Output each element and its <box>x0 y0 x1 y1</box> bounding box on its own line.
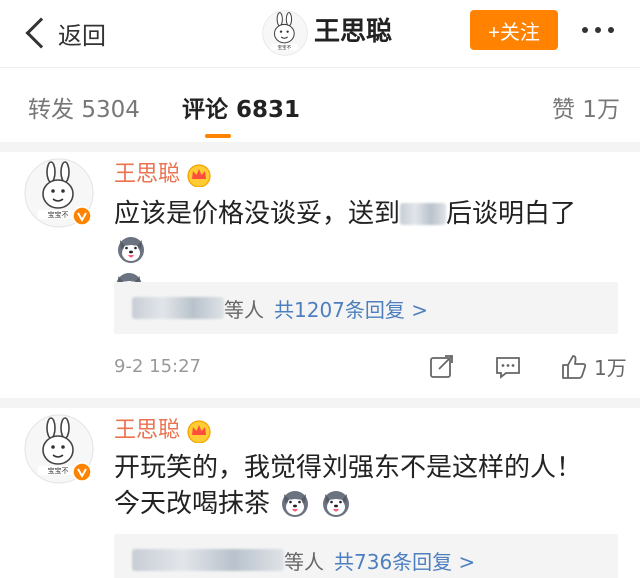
tab-reposts[interactable]: 转发 5304 <box>28 90 140 124</box>
tab-bar: 转发 5304 评论 6831 赞 1万 <box>0 68 640 142</box>
comment-item: 王思聪 应该是价格没谈妥，送到 后谈明白了 等人 共1207条回复 > 9-2 1… <box>0 152 640 398</box>
comment-actions: 1万 <box>428 352 627 381</box>
follow-button[interactable]: +关注 <box>470 10 558 50</box>
tab-likes[interactable]: 赞 1万 <box>552 90 620 124</box>
comment-text: 开玩笑的，我觉得刘强东不是这样的人！ 今天改喝抹茶 <box>114 453 583 519</box>
reply-summary[interactable]: 等人 共1207条回复 > <box>114 282 618 334</box>
husky-emoji-icon <box>321 488 351 518</box>
comment-icon[interactable] <box>494 353 522 381</box>
share-icon[interactable] <box>428 353 456 381</box>
husky-emoji-icon <box>280 488 310 518</box>
more-icon[interactable] <box>582 27 614 33</box>
like-count: 1万 <box>594 356 627 380</box>
back-chevron-icon <box>25 17 57 49</box>
redacted-text <box>400 203 447 225</box>
redacted-names <box>132 549 284 571</box>
active-tab-indicator <box>205 134 231 138</box>
vip-crown-icon <box>186 419 212 443</box>
back-label: 返回 <box>58 21 106 50</box>
vip-crown-icon <box>186 163 212 187</box>
section-divider <box>0 398 640 408</box>
verified-badge-icon <box>72 462 92 482</box>
husky-emoji-icon <box>116 234 146 264</box>
like-icon[interactable] <box>560 353 588 381</box>
redacted-names <box>132 297 224 319</box>
comment-username[interactable]: 王思聪 <box>114 416 212 446</box>
back-button[interactable]: 返回 <box>22 13 106 53</box>
comment-item: 王思聪 开玩笑的，我觉得刘强东不是这样的人！ 今天改喝抹茶 等人 共736条回复… <box>0 408 640 578</box>
tab-comments[interactable]: 评论 6831 <box>182 90 300 124</box>
comment-time: 9-2 15:27 <box>114 356 201 377</box>
header-avatar[interactable] <box>262 10 308 56</box>
section-divider <box>0 142 640 152</box>
page-title: 王思聪 <box>314 17 393 47</box>
comment-username[interactable]: 王思聪 <box>114 160 212 190</box>
verified-badge-icon <box>72 206 92 226</box>
reply-summary[interactable]: 等人 共736条回复 > <box>114 534 618 578</box>
top-bar: 返回 王思聪 +关注 <box>0 0 640 68</box>
